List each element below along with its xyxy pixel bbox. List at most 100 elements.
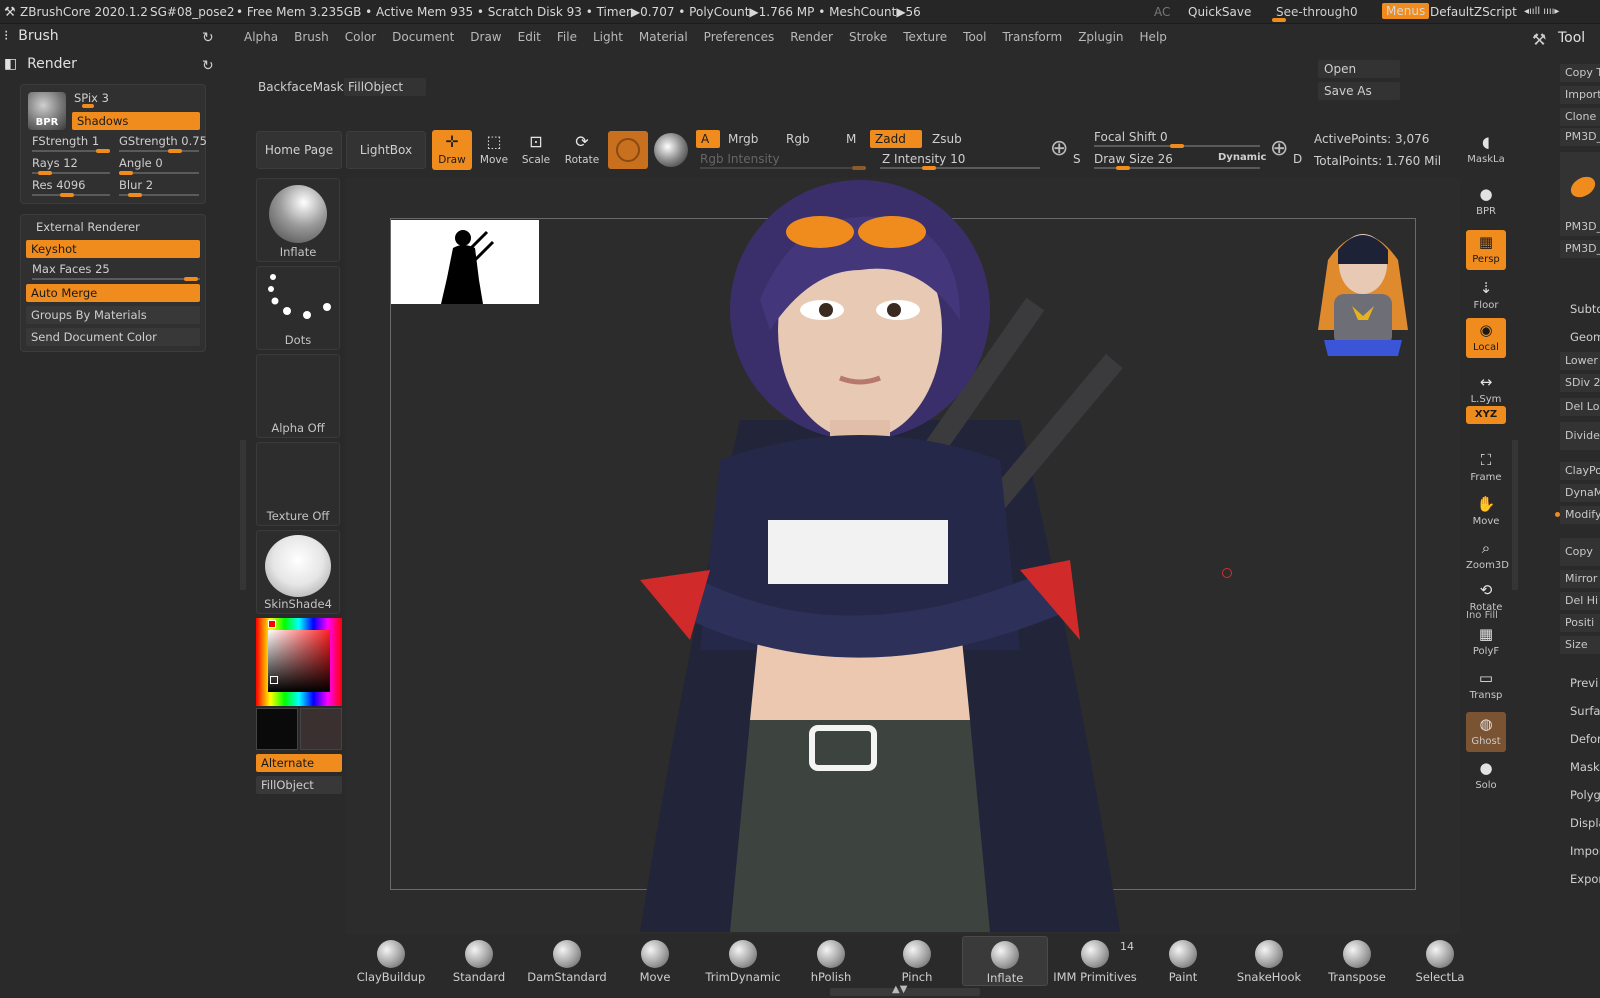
menu-item-stroke[interactable]: Stroke: [849, 30, 887, 44]
shelf-local-button[interactable]: ◉ Local: [1466, 318, 1506, 358]
geometry-item-4[interactable]: ClayPo: [1560, 462, 1600, 480]
brush-inflate-button[interactable]: Inflate: [962, 936, 1048, 986]
color-picker[interactable]: [256, 618, 342, 706]
geometry-item-8[interactable]: Mirror: [1560, 570, 1600, 588]
blur-slider[interactable]: Blur 2: [119, 178, 153, 192]
brush-header[interactable]: ⁝ Brush: [4, 28, 59, 44]
see-through-slider[interactable]: See-through 0: [1270, 2, 1370, 22]
brush-snakehook-button[interactable]: SnakeHook: [1226, 936, 1312, 986]
save-as-button[interactable]: Save As: [1318, 82, 1400, 100]
geometry-item-10[interactable]: Positi: [1560, 614, 1600, 632]
refresh-icon[interactable]: ↻: [202, 30, 214, 46]
tool-item-1[interactable]: Import: [1560, 86, 1600, 104]
tool-section-0[interactable]: Previ: [1570, 676, 1598, 690]
shelf-maskla-button[interactable]: ◖ MaskLa: [1466, 130, 1506, 170]
brush-trimdynamic-button[interactable]: TrimDynamic: [700, 936, 786, 986]
subtool-section[interactable]: Subto: [1570, 302, 1600, 316]
tool-section-4[interactable]: Polyg: [1570, 788, 1600, 802]
tool-section-1[interactable]: Surfac: [1570, 704, 1600, 718]
menus-button[interactable]: Menus: [1382, 3, 1430, 19]
shelf-move-button[interactable]: ✋ Move: [1466, 492, 1506, 532]
geometry-item-5[interactable]: DynaM: [1560, 484, 1600, 502]
geometry-item-2[interactable]: Del Lo: [1560, 398, 1600, 416]
tool-item-3[interactable]: PM3D_: [1560, 128, 1600, 146]
menu-item-brush[interactable]: Brush: [294, 30, 329, 44]
menu-item-document[interactable]: Document: [392, 30, 454, 44]
tool-item-5[interactable]: PM3D_S: [1560, 240, 1600, 258]
m-button[interactable]: M: [846, 132, 856, 146]
character-model[interactable]: [600, 180, 1160, 932]
rotate-mode-button[interactable]: ⟳ Rotate: [562, 130, 602, 170]
shadows-button[interactable]: Shadows: [72, 112, 200, 130]
zadd-button[interactable]: Zadd: [870, 130, 922, 148]
menu-item-material[interactable]: Material: [639, 30, 688, 44]
draw-size-slider[interactable]: Draw Size 26: [1094, 152, 1173, 166]
home-page-button[interactable]: Home Page: [256, 131, 342, 169]
menu-item-alpha[interactable]: Alpha: [244, 30, 278, 44]
geometry-item-3[interactable]: Divide: [1560, 422, 1600, 450]
brush-selectla-button[interactable]: SelectLa: [1400, 936, 1480, 986]
lightbox-button[interactable]: LightBox: [346, 131, 426, 169]
fstrength-slider[interactable]: FStrength 1: [32, 134, 99, 148]
left-tray-handle[interactable]: [240, 440, 246, 590]
max-faces-slider[interactable]: Max Faces 25: [32, 262, 110, 276]
geometry-item-0[interactable]: Lower: [1560, 352, 1600, 370]
fill-object-button[interactable]: FillObject: [344, 78, 426, 96]
backface-mask-button[interactable]: BackfaceMask: [258, 80, 344, 94]
silhouette-preview[interactable]: [391, 220, 539, 304]
menu-item-preferences[interactable]: Preferences: [704, 30, 775, 44]
brush-claybuildup-button[interactable]: ClayBuildup: [348, 936, 434, 986]
shelf-bpr-button[interactable]: ● BPR: [1466, 182, 1506, 222]
shelf-solo-button[interactable]: ● Solo: [1466, 756, 1506, 796]
bpr-button[interactable]: BPR: [28, 92, 66, 130]
brush-move-button[interactable]: Move: [612, 936, 698, 986]
quicksave-button[interactable]: QuickSave: [1188, 5, 1251, 19]
tool-section-6[interactable]: Impor: [1570, 844, 1600, 858]
keyshot-button[interactable]: Keyshot: [26, 240, 200, 258]
menu-item-light[interactable]: Light: [593, 30, 623, 44]
tool-section-3[interactable]: Maski: [1570, 760, 1600, 774]
menu-item-render[interactable]: Render: [790, 30, 833, 44]
brush-stroke-icon[interactable]: [654, 133, 688, 167]
geometry-item-6[interactable]: Modify: [1560, 506, 1600, 524]
menu-item-zplugin[interactable]: Zplugin: [1078, 30, 1123, 44]
mrgb-button[interactable]: Mrgb: [728, 132, 758, 146]
alpha-thumbnail[interactable]: Alpha Off: [256, 354, 340, 438]
rgb-intensity-slider[interactable]: Rgb Intensity: [700, 152, 780, 166]
shelf-xyz-button[interactable]: XYZ: [1466, 406, 1506, 424]
draw-button[interactable]: ✛ Draw: [432, 130, 472, 170]
shelf-zoom3d-button[interactable]: ⌕ Zoom3D: [1466, 536, 1509, 576]
layout-icons[interactable]: ◂ııll ıııı▸: [1524, 6, 1559, 17]
stroke-thumbnail-dots[interactable]: Dots: [256, 266, 340, 350]
tool-section-7[interactable]: Expor: [1570, 872, 1600, 886]
material-swatch-button[interactable]: [608, 131, 648, 169]
tool-section-5[interactable]: Displa: [1570, 816, 1600, 830]
render-header[interactable]: ◧ Render: [4, 56, 77, 72]
move-mode-button[interactable]: ⬚ Move: [474, 130, 514, 170]
collapse-arrows-icon[interactable]: ▲▼: [892, 984, 907, 995]
secondary-color-swatch[interactable]: [300, 708, 342, 750]
shelf-polyf-button[interactable]: ▦ PolyF: [1466, 622, 1506, 662]
open-button[interactable]: Open: [1318, 60, 1400, 78]
rays-slider[interactable]: Rays 12: [32, 156, 78, 170]
zsub-button[interactable]: Zsub: [932, 132, 962, 146]
refresh-icon[interactable]: ↻: [202, 58, 214, 74]
tool-item-2[interactable]: Clone: [1560, 108, 1600, 126]
gstrength-slider[interactable]: GStrength 0.75: [119, 134, 207, 148]
brush-thumbnail-inflate[interactable]: Inflate: [256, 178, 340, 262]
tool-header[interactable]: Tool: [1558, 30, 1585, 46]
auto-merge-button[interactable]: Auto Merge: [26, 284, 200, 302]
menu-item-tool[interactable]: Tool: [963, 30, 986, 44]
tool-item-0[interactable]: Copy T: [1560, 64, 1600, 82]
shelf-frame-button[interactable]: ⛶ Frame: [1466, 448, 1506, 488]
focal-shift-slider[interactable]: Focal Shift 0: [1094, 130, 1168, 144]
scale-mode-button[interactable]: ⊡ Scale: [516, 130, 556, 170]
brush-damstandard-button[interactable]: DamStandard: [524, 936, 610, 986]
reference-thumbnail[interactable]: [1318, 220, 1408, 360]
menu-item-transform[interactable]: Transform: [1002, 30, 1062, 44]
main-color-swatch[interactable]: [256, 708, 298, 750]
geometry-item-7[interactable]: Copy: [1560, 538, 1600, 566]
texture-thumbnail[interactable]: Texture Off: [256, 442, 340, 526]
menu-item-edit[interactable]: Edit: [518, 30, 541, 44]
geometry-item-1[interactable]: SDiv 2: [1560, 374, 1600, 392]
